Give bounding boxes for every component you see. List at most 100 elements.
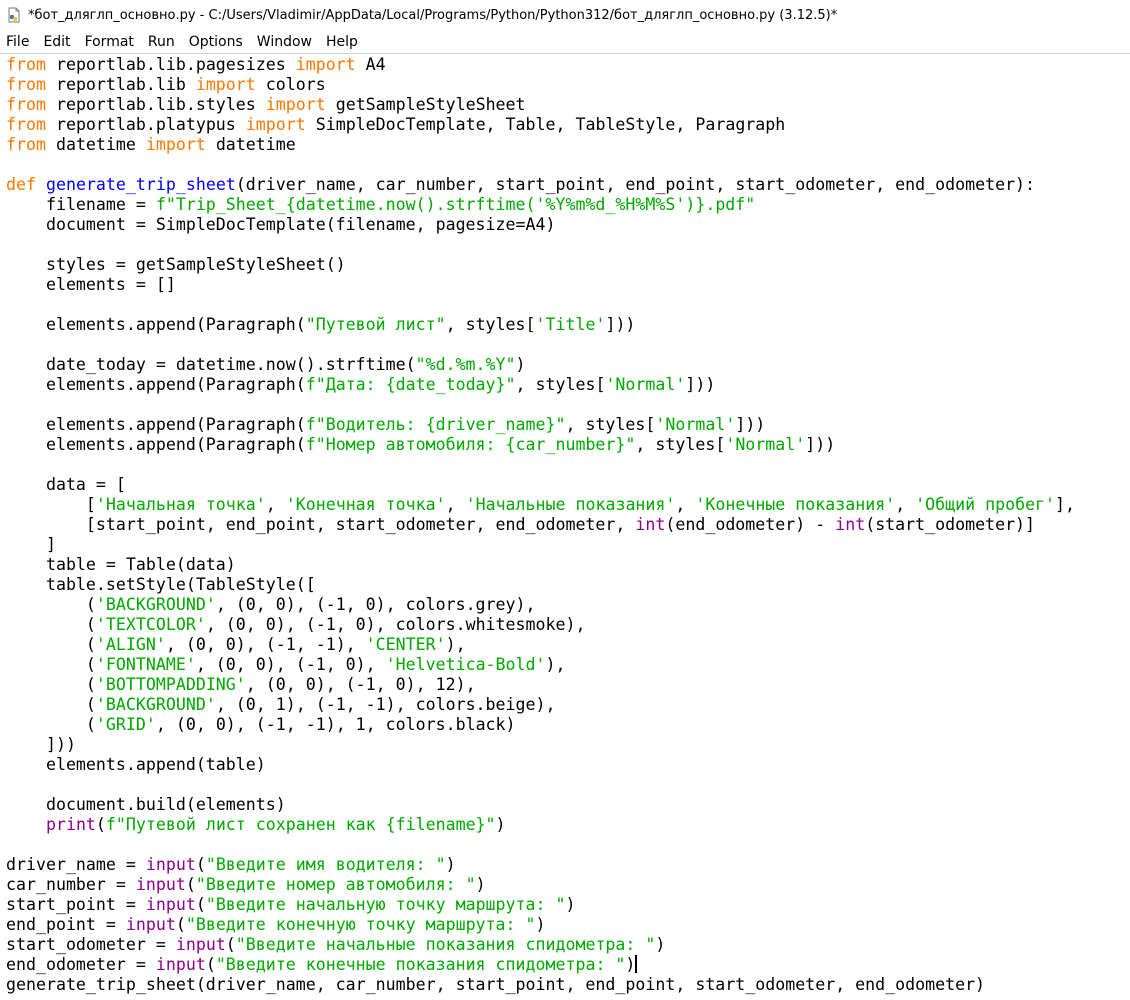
code-text-area[interactable]: from reportlab.lib.pagesizes import A4 fr… — [0, 55, 1130, 995]
code-line[interactable]: ('TEXTCOLOR', (0, 0), (-1, 0), colors.wh… — [6, 615, 1130, 635]
menu-help[interactable]: Help — [319, 32, 365, 52]
code-line[interactable]: print(f"Путевой лист сохранен как {filen… — [6, 815, 1130, 835]
code-line[interactable]: ['Начальная точка', 'Конечная точка', 'Н… — [6, 495, 1130, 515]
code-line[interactable]: ('GRID', (0, 0), (-1, -1), 1, colors.bla… — [6, 715, 1130, 735]
code-token: ])) — [805, 435, 836, 454]
code-token: datetime — [45, 135, 146, 154]
code-line[interactable]: from reportlab.lib.styles import getSamp… — [6, 95, 1130, 115]
code-token: , styles[ — [565, 415, 656, 434]
code-line[interactable]: generate_trip_sheet(driver_name, car_num… — [6, 975, 1130, 995]
code-token: int — [835, 515, 866, 534]
idle-editor-window: *бот_дляглп_основно.py - C:/Users/Vladim… — [0, 0, 1130, 1000]
menu-format[interactable]: Format — [78, 32, 141, 52]
code-line[interactable]: table = Table(data) — [6, 555, 1130, 575]
menu-bar: File Edit Format Run Options Window Help — [0, 30, 1130, 54]
code-token: start_odometer = — [6, 935, 176, 954]
code-line[interactable]: ])) — [6, 735, 1130, 755]
code-token: 'Общий пробег' — [915, 495, 1056, 514]
code-line[interactable]: elements.append(Paragraph(f"Водитель: {d… — [6, 415, 1130, 435]
code-token: reportlab.lib — [45, 75, 196, 94]
code-token: datetime — [205, 135, 296, 154]
code-line[interactable]: ('BACKGROUND', (0, 0), (-1, 0), colors.g… — [6, 595, 1130, 615]
code-token: table = Table(data) — [6, 555, 236, 574]
code-line[interactable]: from datetime import datetime — [6, 135, 1130, 155]
code-line[interactable]: from reportlab.lib.pagesizes import A4 — [6, 55, 1130, 75]
code-line[interactable]: elements = [] — [6, 275, 1130, 295]
code-token: reportlab.lib.styles — [45, 95, 266, 114]
code-token: elements.append(Paragraph( — [6, 375, 306, 394]
menu-edit[interactable]: Edit — [36, 32, 77, 52]
code-token: 'ALIGN' — [95, 635, 166, 654]
code-line[interactable]: document = SimpleDocTemplate(filename, p… — [6, 215, 1130, 235]
code-token: , — [895, 495, 916, 514]
code-token: f"Дата: {date_today}" — [305, 375, 516, 394]
code-line[interactable]: ('FONTNAME', (0, 0), (-1, 0), 'Helvetica… — [6, 655, 1130, 675]
code-token: elements.append(Paragraph( — [6, 315, 306, 334]
code-token: start_point = — [6, 895, 146, 914]
code-line[interactable]: ('BOTTOMPADDING', (0, 0), (-1, 0), 12), — [6, 675, 1130, 695]
code-token: "%d.%m.%Y" — [415, 355, 516, 374]
code-line[interactable] — [6, 295, 1130, 315]
code-line[interactable] — [6, 455, 1130, 475]
menu-run[interactable]: Run — [141, 32, 182, 52]
code-line[interactable]: end_odometer = input("Введите конечные п… — [6, 955, 1130, 975]
code-token: end_odometer = — [6, 955, 156, 974]
menu-options[interactable]: Options — [182, 32, 250, 52]
code-line[interactable]: from reportlab.platypus import SimpleDoc… — [6, 115, 1130, 135]
code-token: ( — [205, 955, 216, 974]
code-line[interactable]: car_number = input("Введите номер автомо… — [6, 875, 1130, 895]
code-token: ])) — [685, 375, 716, 394]
code-line[interactable]: def generate_trip_sheet(driver_name, car… — [6, 175, 1130, 195]
code-token: 'TEXTCOLOR' — [95, 615, 206, 634]
menu-file[interactable]: File — [0, 32, 36, 52]
code-token: ( — [225, 935, 236, 954]
code-token: 'GRID' — [95, 715, 156, 734]
code-line[interactable]: table.setStyle(TableStyle([ — [6, 575, 1130, 595]
code-token: elements.append(Paragraph( — [6, 435, 306, 454]
code-line[interactable]: ] — [6, 535, 1130, 555]
code-token: filename = — [6, 195, 156, 214]
code-line[interactable]: elements.append(Paragraph(f"Дата: {date_… — [6, 375, 1130, 395]
code-line[interactable]: ('BACKGROUND', (0, 1), (-1, -1), colors.… — [6, 695, 1130, 715]
code-line[interactable]: styles = getSampleStyleSheet() — [6, 255, 1130, 275]
code-line[interactable]: filename = f"Trip_Sheet_{datetime.now().… — [6, 195, 1130, 215]
code-token: table.setStyle(TableStyle([ — [6, 575, 316, 594]
code-line[interactable]: start_odometer = input("Введите начальны… — [6, 935, 1130, 955]
code-line[interactable]: elements.append(Paragraph(f"Номер автомо… — [6, 435, 1130, 455]
code-token: ( — [6, 615, 96, 634]
code-line[interactable] — [6, 155, 1130, 175]
code-token: , styles[ — [515, 375, 606, 394]
code-line[interactable]: elements.append(Paragraph("Путевой лист"… — [6, 315, 1130, 335]
code-line[interactable]: document.build(elements) — [6, 795, 1130, 815]
code-token: ), — [545, 655, 566, 674]
code-token: "Введите имя водителя: " — [205, 855, 446, 874]
code-line[interactable] — [6, 335, 1130, 355]
code-line[interactable]: start_point = input("Введите начальную т… — [6, 895, 1130, 915]
code-token: car_number = — [6, 875, 136, 894]
code-line[interactable]: from reportlab.lib import colors — [6, 75, 1130, 95]
code-token: 'Начальная точка' — [95, 495, 266, 514]
code-editor[interactable]: from reportlab.lib.pagesizes import A4 fr… — [0, 55, 1130, 1000]
code-line[interactable]: data = [ — [6, 475, 1130, 495]
code-token: getSampleStyleSheet — [325, 95, 526, 114]
code-token: ) — [475, 875, 486, 894]
code-line[interactable]: end_point = input("Введите конечную точк… — [6, 915, 1130, 935]
code-line[interactable] — [6, 775, 1130, 795]
code-line[interactable] — [6, 395, 1130, 415]
code-line[interactable]: [start_point, end_point, start_odometer,… — [6, 515, 1130, 535]
code-line[interactable]: ('ALIGN', (0, 0), (-1, -1), 'CENTER'), — [6, 635, 1130, 655]
code-line[interactable] — [6, 235, 1130, 255]
menu-window[interactable]: Window — [250, 32, 319, 52]
code-line[interactable] — [6, 835, 1130, 855]
code-token: input — [125, 915, 176, 934]
code-token: ) — [495, 815, 506, 834]
code-token: document.build(elements) — [6, 795, 286, 814]
code-line[interactable]: date_today = datetime.now().strftime("%d… — [6, 355, 1130, 375]
code-line[interactable]: elements.append(table) — [6, 755, 1130, 775]
code-token: generate_trip_sheet — [45, 175, 236, 194]
code-token: ( — [195, 855, 206, 874]
code-token: 'BOTTOMPADDING' — [95, 675, 246, 694]
code-token: elements.append(table) — [6, 755, 266, 774]
code-line[interactable]: driver_name = input("Введите имя водител… — [6, 855, 1130, 875]
code-token: 'Начальные показания' — [465, 495, 676, 514]
